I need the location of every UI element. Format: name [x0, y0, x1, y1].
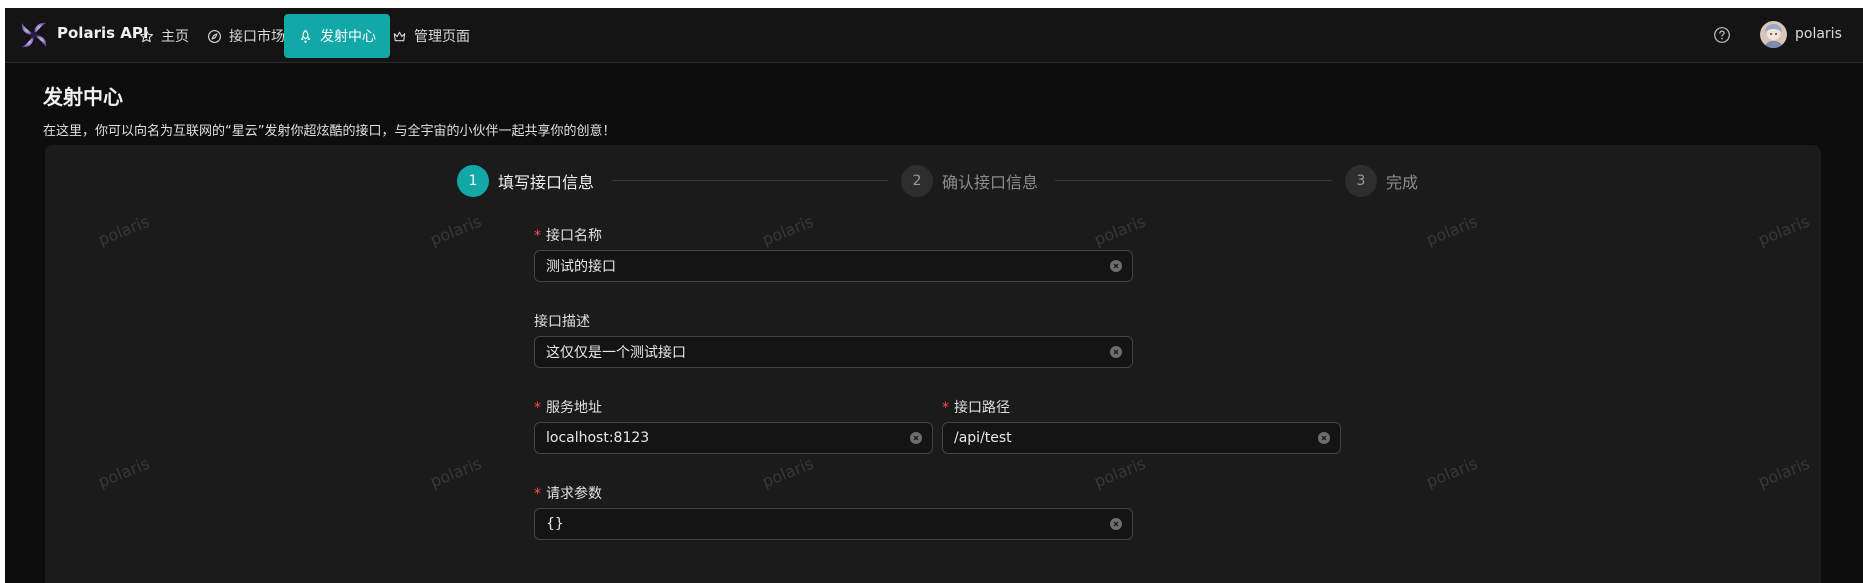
step-number: 1 [457, 165, 489, 197]
nav-label: 管理页面 [414, 29, 470, 45]
step-number: 3 [1345, 165, 1377, 197]
username[interactable]: polaris [1795, 26, 1842, 42]
watermark: polaris [427, 453, 485, 492]
top-navbar: Polaris API 主页 接口市场 发射中心 管理页面 polaris [5, 8, 1863, 63]
watermark: polaris [1755, 453, 1813, 492]
path-field[interactable] [942, 422, 1341, 454]
field-label-path: * 接口路径 [942, 400, 1010, 416]
step-3: 3 完成 [1345, 165, 1418, 197]
step-title: 填写接口信息 [498, 173, 595, 192]
params-input[interactable] [546, 509, 1103, 539]
nav-label: 主页 [161, 29, 189, 45]
clear-icon[interactable] [1110, 518, 1122, 530]
required-mark: * [534, 486, 541, 502]
step-1: 1 填写接口信息 [457, 165, 594, 197]
field-label-host: * 服务地址 [534, 400, 602, 416]
step-number: 2 [901, 165, 933, 197]
nav-item-admin[interactable]: 管理页面 [378, 14, 484, 58]
watermark: polaris [1755, 211, 1813, 250]
name-field[interactable] [534, 250, 1133, 282]
name-input[interactable] [546, 251, 1103, 281]
crown-icon [393, 31, 406, 41]
clear-icon[interactable] [1110, 346, 1122, 358]
description-input[interactable] [546, 337, 1103, 367]
clear-icon[interactable] [1110, 260, 1122, 272]
page-description: 在这里，你可以向名为互联网的“星云”发射你超炫酷的接口，与全宇宙的小伙伴一起共享… [43, 124, 616, 139]
field-label-params: * 请求参数 [534, 486, 602, 502]
nav-label: 发射中心 [320, 29, 376, 45]
watermark: polaris [759, 453, 817, 492]
params-field[interactable] [534, 508, 1133, 540]
watermark: polaris [1423, 453, 1481, 492]
field-label-description: 接口描述 [534, 314, 590, 330]
watermark: polaris [427, 211, 485, 250]
watermark: polaris [95, 211, 153, 250]
watermark: polaris [1423, 211, 1481, 250]
field-label-name: * 接口名称 [534, 228, 602, 244]
star-icon [139, 29, 154, 42]
nav-item-home[interactable]: 主页 [125, 14, 203, 58]
polaris-logo-icon[interactable] [19, 20, 49, 50]
avatar[interactable] [1760, 21, 1787, 48]
step-title: 完成 [1386, 173, 1419, 192]
clear-icon[interactable] [1318, 432, 1330, 444]
app-window: Polaris API 主页 接口市场 发射中心 管理页面 polaris 发射… [5, 8, 1863, 583]
watermark: polaris [1091, 211, 1149, 250]
step-connector [612, 180, 888, 181]
step-title: 确认接口信息 [942, 173, 1039, 192]
watermark: polaris [95, 453, 153, 492]
description-field[interactable] [534, 336, 1133, 368]
required-mark: * [534, 400, 541, 416]
compass-icon [208, 29, 221, 43]
nav-label: 接口市场 [229, 29, 285, 45]
step-connector [1055, 180, 1332, 181]
page-title: 发射中心 [43, 85, 123, 109]
required-mark: * [942, 400, 949, 416]
nav-item-launch-center[interactable]: 发射中心 [284, 14, 390, 58]
rocket-icon [301, 29, 310, 43]
required-mark: * [534, 228, 541, 244]
watermark: polaris [759, 211, 817, 250]
watermark: polaris [1091, 453, 1149, 492]
host-field[interactable] [534, 422, 933, 454]
clear-icon[interactable] [910, 432, 922, 444]
launch-form-card: polaris polaris polaris polaris polaris … [45, 145, 1821, 583]
host-input[interactable] [546, 423, 903, 453]
path-input[interactable] [954, 423, 1311, 453]
step-2: 2 确认接口信息 [901, 165, 1038, 197]
question-circle-icon[interactable] [1713, 26, 1731, 44]
